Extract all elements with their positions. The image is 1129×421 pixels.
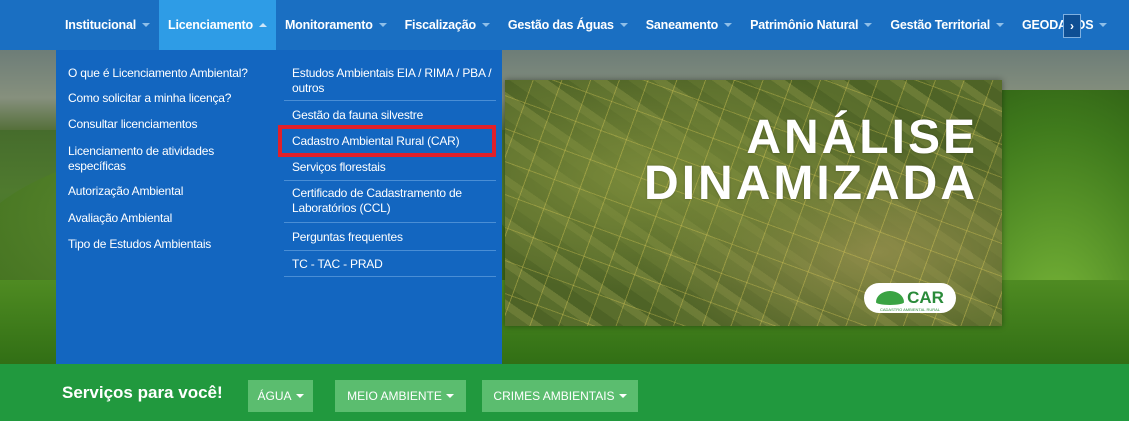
services-bar: Serviços para você! ÁGUA MEIO AMBIENTE C… — [0, 364, 1129, 421]
menu-divider — [284, 276, 496, 277]
menu-divider — [284, 222, 496, 223]
caret-down-icon — [142, 23, 151, 27]
button-label: ÁGUA — [257, 389, 292, 403]
licenciamento-dropdown: O que é Licenciamento Ambiental? Como so… — [56, 50, 502, 364]
caret-down-icon — [481, 23, 490, 27]
nav-label: Gestão Territorial — [890, 18, 991, 32]
nav-label: Patrimônio Natural — [750, 18, 859, 32]
crimes-ambientais-button[interactable]: CRIMES AMBIENTAIS — [482, 380, 638, 412]
caret-down-icon — [295, 394, 304, 398]
nav-scroll-right-button[interactable]: › — [1063, 14, 1081, 38]
meio-ambiente-button[interactable]: MEIO AMBIENTE — [335, 380, 466, 412]
nav-label: Institucional — [65, 18, 137, 32]
nav-items: Institucional Licenciamento Monitorament… — [56, 0, 1116, 50]
menu-item-licenciamento-atividades[interactable]: Licenciamento de atividades específicas — [68, 144, 238, 174]
nav-label: GEODADOS — [1022, 18, 1094, 32]
button-label: CRIMES AMBIENTAIS — [493, 389, 615, 403]
caret-down-icon — [619, 23, 628, 27]
nav-item-saneamento[interactable]: Saneamento — [637, 0, 741, 50]
caret-down-icon — [445, 394, 454, 398]
caret-down-icon — [618, 394, 627, 398]
hero-title-line2: DINAMIZADA — [644, 157, 978, 210]
menu-item-consultar-licenciamentos[interactable]: Consultar licenciamentos — [68, 117, 197, 132]
menu-item-o-que-e-licenciamento[interactable]: O que é Licenciamento Ambiental? — [68, 66, 248, 81]
nav-label: Gestão das Águas — [507, 18, 614, 32]
menu-item-gestao-fauna[interactable]: Gestão da fauna silvestre — [292, 108, 496, 123]
menu-divider — [284, 180, 496, 181]
car-logo-subtitle: CADASTRO AMBIENTAL RURAL — [879, 307, 940, 312]
caret-down-icon — [996, 23, 1005, 27]
caret-up-icon — [258, 23, 267, 27]
menu-divider — [284, 250, 496, 251]
agua-button[interactable]: ÁGUA — [248, 380, 313, 412]
nav-item-fiscalizacao[interactable]: Fiscalização — [396, 0, 499, 50]
services-title: Serviços para você! — [62, 383, 223, 402]
car-logo-text: CAR — [907, 288, 944, 307]
menu-item-tc-tac-prad[interactable]: TC - TAC - PRAD — [292, 257, 496, 272]
menu-item-certificado-ccl[interactable]: Certificado de Cadastramento de Laborató… — [292, 186, 496, 216]
nav-label: Saneamento — [645, 18, 719, 32]
nav-item-gestao-territorial[interactable]: Gestão Territorial — [881, 0, 1013, 50]
nav-item-gestao-das-aguas[interactable]: Gestão das Águas — [499, 0, 637, 50]
car-logo: CAR CADASTRO AMBIENTAL RURAL — [864, 283, 956, 313]
nav-item-licenciamento[interactable]: Licenciamento — [159, 0, 276, 50]
menu-item-perguntas-frequentes[interactable]: Perguntas frequentes — [292, 230, 496, 245]
menu-item-autorizacao-ambiental[interactable]: Autorização Ambiental — [68, 184, 183, 199]
top-navigation: Institucional Licenciamento Monitorament… — [0, 0, 1129, 50]
menu-item-tipo-estudos-ambientais[interactable]: Tipo de Estudos Ambientais — [68, 237, 211, 252]
leaf-icon — [876, 291, 905, 305]
caret-down-icon — [1099, 23, 1108, 27]
menu-item-avaliacao-ambiental[interactable]: Avaliação Ambiental — [68, 211, 172, 226]
caret-down-icon — [864, 23, 873, 27]
nav-label: Monitoramento — [284, 18, 373, 32]
menu-divider — [284, 100, 496, 101]
button-label: MEIO AMBIENTE — [347, 389, 442, 403]
nav-item-monitoramento[interactable]: Monitoramento — [276, 0, 396, 50]
menu-item-como-solicitar-licenca[interactable]: Como solicitar a minha licença? — [68, 91, 231, 106]
caret-down-icon — [724, 23, 733, 27]
caret-down-icon — [378, 23, 387, 27]
nav-item-patrimonio-natural[interactable]: Patrimônio Natural — [741, 0, 881, 50]
nav-item-institucional[interactable]: Institucional — [56, 0, 159, 50]
menu-item-estudos-ambientais[interactable]: Estudos Ambientais EIA / RIMA / PBA / ou… — [292, 66, 496, 96]
nav-label: Fiscalização — [404, 18, 476, 32]
menu-item-servicos-florestais[interactable]: Serviços florestais — [292, 160, 496, 175]
highlight-annotation — [278, 125, 496, 157]
nav-label: Licenciamento — [168, 18, 253, 32]
